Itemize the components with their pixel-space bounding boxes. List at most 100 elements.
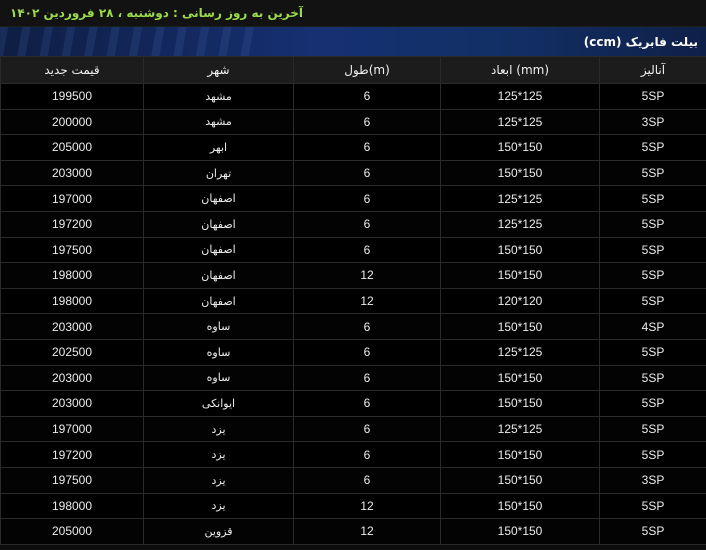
cell-dimensions: 125*125 bbox=[440, 415, 600, 443]
table-row: 197500 اصفهان 6 150*150 5SP bbox=[0, 236, 706, 264]
cell-city: ساوه bbox=[143, 338, 294, 366]
cell-analysis: 5SP bbox=[599, 236, 706, 264]
cell-dimensions: 150*150 bbox=[440, 441, 600, 468]
cell-city: ابهر bbox=[143, 134, 294, 161]
cell-dimensions: 125*125 bbox=[440, 185, 600, 212]
cell-price: 203000 bbox=[0, 364, 144, 392]
cell-analysis: 5SP bbox=[599, 185, 706, 212]
table-row: 203000 تهران 6 150*150 5SP bbox=[0, 159, 706, 187]
cell-analysis: 5SP bbox=[599, 262, 706, 289]
cell-city: قزوین bbox=[143, 518, 294, 545]
cell-city: اصفهان bbox=[143, 287, 294, 315]
cell-analysis: 5SP bbox=[599, 415, 706, 443]
table-row: 205000 قزوین 12 150*150 5SP bbox=[0, 518, 706, 545]
cell-dimensions: 150*150 bbox=[440, 518, 600, 545]
cell-price: 197500 bbox=[0, 466, 144, 494]
cell-analysis: 5SP bbox=[599, 518, 706, 545]
table-row: 197500 یزد 6 150*150 3SP bbox=[0, 466, 706, 494]
cell-price: 197500 bbox=[0, 236, 144, 264]
cell-analysis: 5SP bbox=[599, 492, 706, 520]
cell-analysis: 5SP bbox=[599, 210, 706, 238]
table-row: 198000 اصفهان 12 150*150 5SP bbox=[0, 262, 706, 289]
cell-city: ایوانکی bbox=[143, 390, 294, 417]
cell-dimensions: 125*125 bbox=[440, 83, 600, 110]
cell-analysis: 5SP bbox=[599, 134, 706, 161]
cell-city: ساوه bbox=[143, 313, 294, 340]
cell-length: 12 bbox=[293, 262, 441, 289]
cell-length: 6 bbox=[293, 415, 441, 443]
cell-price: 197000 bbox=[0, 415, 144, 443]
table-row: 197200 اصفهان 6 125*125 5SP bbox=[0, 210, 706, 238]
cell-dimensions: 150*150 bbox=[440, 134, 600, 161]
last-update-text: آخرین به روز رسانی : دوشنبه ، ۲۸ فروردین… bbox=[10, 6, 304, 20]
cell-dimensions: 150*150 bbox=[440, 492, 600, 520]
cell-price: 203000 bbox=[0, 313, 144, 340]
table-row: 198000 یزد 12 150*150 5SP bbox=[0, 492, 706, 520]
cell-city: اصفهان bbox=[143, 210, 294, 238]
cell-length: 6 bbox=[293, 390, 441, 417]
cell-price: 205000 bbox=[0, 134, 144, 161]
cell-dimensions: 150*150 bbox=[440, 262, 600, 289]
table-row: 197000 یزد 6 125*125 5SP bbox=[0, 415, 706, 443]
cell-city: یزد bbox=[143, 492, 294, 520]
header-analysis: آنالیز bbox=[599, 56, 706, 84]
cell-price: 199500 bbox=[0, 83, 144, 110]
cell-price: 198000 bbox=[0, 287, 144, 315]
cell-city: اصفهان bbox=[143, 262, 294, 289]
cell-city: اصفهان bbox=[143, 236, 294, 264]
table-row: 199500 مشهد 6 125*125 5SP bbox=[0, 83, 706, 110]
table-row: 197200 یزد 6 150*150 5SP bbox=[0, 441, 706, 468]
banner-decoration bbox=[0, 27, 260, 56]
table-row: 197000 اصفهان 6 125*125 5SP bbox=[0, 185, 706, 212]
cell-price: 200000 bbox=[0, 108, 144, 136]
cell-price: 197000 bbox=[0, 185, 144, 212]
cell-price: 197200 bbox=[0, 441, 144, 468]
cell-analysis: 3SP bbox=[599, 466, 706, 494]
cell-length: 6 bbox=[293, 134, 441, 161]
cell-price: 197200 bbox=[0, 210, 144, 238]
cell-dimensions: 150*150 bbox=[440, 159, 600, 187]
cell-dimensions: 150*150 bbox=[440, 364, 600, 392]
cell-dimensions: 125*125 bbox=[440, 338, 600, 366]
table-row: 203000 ساوه 6 150*150 4SP bbox=[0, 313, 706, 340]
cell-price: 198000 bbox=[0, 492, 144, 520]
table-row: 205000 ابهر 6 150*150 5SP bbox=[0, 134, 706, 161]
cell-length: 6 bbox=[293, 466, 441, 494]
cell-city: ساوه bbox=[143, 364, 294, 392]
cell-length: 6 bbox=[293, 236, 441, 264]
cell-dimensions: 150*150 bbox=[440, 313, 600, 340]
cell-analysis: 4SP bbox=[599, 313, 706, 340]
cell-city: تهران bbox=[143, 159, 294, 187]
cell-length: 6 bbox=[293, 364, 441, 392]
table-row: 198000 اصفهان 12 120*120 5SP bbox=[0, 287, 706, 315]
price-table: قیمت جدید شهر طول(m) ابعاد (mm) آنالیز 1… bbox=[0, 56, 706, 545]
cell-length: 6 bbox=[293, 159, 441, 187]
header-city: شهر bbox=[143, 56, 294, 84]
table-row: 202500 ساوه 6 125*125 5SP bbox=[0, 338, 706, 366]
section-banner: بیلت فابریک (ccm) bbox=[0, 27, 706, 56]
cell-length: 6 bbox=[293, 210, 441, 238]
cell-price: 203000 bbox=[0, 390, 144, 417]
table-header-row: قیمت جدید شهر طول(m) ابعاد (mm) آنالیز bbox=[0, 56, 706, 84]
cell-dimensions: 120*120 bbox=[440, 287, 600, 315]
cell-city: مشهد bbox=[143, 108, 294, 136]
cell-analysis: 5SP bbox=[599, 364, 706, 392]
cell-city: یزد bbox=[143, 441, 294, 468]
cell-price: 203000 bbox=[0, 159, 144, 187]
header-dimensions: ابعاد (mm) bbox=[440, 56, 600, 84]
cell-length: 6 bbox=[293, 313, 441, 340]
cell-city: یزد bbox=[143, 415, 294, 443]
cell-analysis: 5SP bbox=[599, 441, 706, 468]
cell-analysis: 3SP bbox=[599, 108, 706, 136]
cell-dimensions: 150*150 bbox=[440, 390, 600, 417]
header-price: قیمت جدید bbox=[0, 56, 144, 84]
cell-length: 6 bbox=[293, 185, 441, 212]
last-update-bar: آخرین به روز رسانی : دوشنبه ، ۲۸ فروردین… bbox=[0, 0, 706, 27]
header-length: طول(m) bbox=[293, 56, 441, 84]
cell-length: 12 bbox=[293, 287, 441, 315]
cell-length: 6 bbox=[293, 83, 441, 110]
cell-length: 6 bbox=[293, 441, 441, 468]
cell-city: یزد bbox=[143, 466, 294, 494]
cell-city: مشهد bbox=[143, 83, 294, 110]
cell-price: 202500 bbox=[0, 338, 144, 366]
